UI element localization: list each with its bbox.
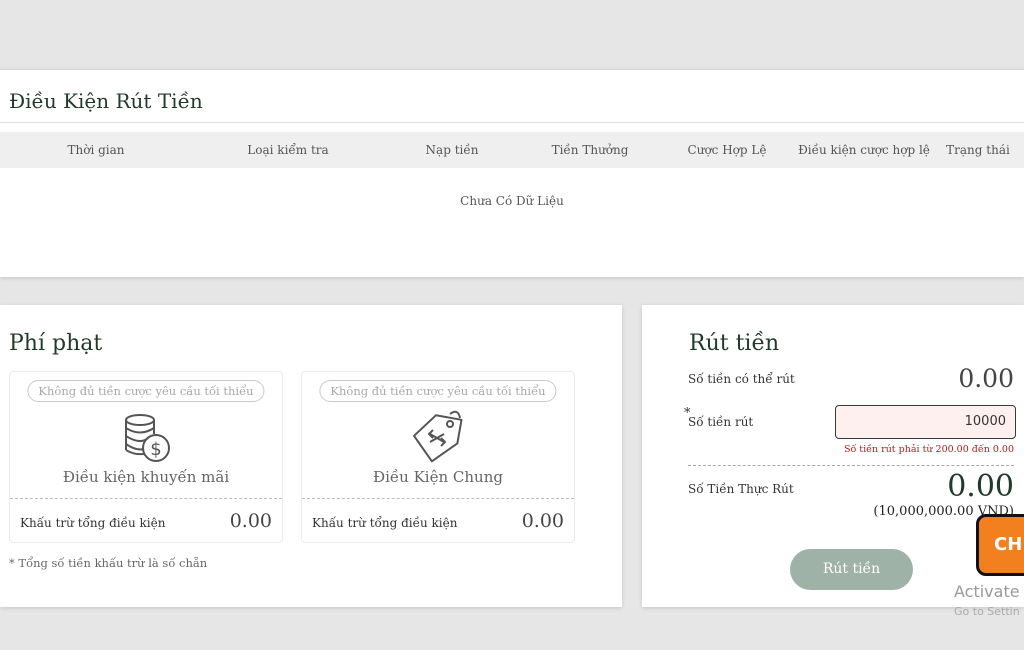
penalty-note: * Tổng số tiền khấu trừ là số chẵn <box>9 556 208 570</box>
price-tag-icon <box>413 410 463 463</box>
svg-text:$: $ <box>150 439 161 460</box>
withdraw-amount-label: Số tiền rút <box>688 415 754 429</box>
withdraw-button[interactable]: Rút tiền <box>790 549 913 590</box>
general-condition-card: Không đủ tiền cược yêu cầu tối thiểu Điề… <box>301 371 575 543</box>
column-header-valid-bet-condition: Điều kiện cược hợp lệ <box>798 143 930 157</box>
available-amount-label: Số tiền có thể rút <box>688 372 795 386</box>
available-amount-value: 0.00 <box>958 364 1014 393</box>
card-label: Điều kiện khuyến mãi <box>62 468 230 486</box>
deduction-label: Khấu trừ tổng điều kiện <box>20 516 166 530</box>
status-badge: Không đủ tiền cược yêu cầu tối thiểu <box>319 380 557 402</box>
divider <box>0 122 1024 123</box>
status-badge: Không đủ tiền cược yêu cầu tối thiểu <box>27 380 265 402</box>
empty-state-text: Chưa Có Dữ Liệu <box>460 194 564 208</box>
column-header-time: Thời gian <box>67 143 125 157</box>
deduction-label: Khấu trừ tổng điều kiện <box>312 516 458 530</box>
actual-amount-value: 0.00 <box>947 469 1014 504</box>
promotion-condition-card: Không đủ tiền cược yêu cầu tối thiểu $ Đ… <box>9 371 283 543</box>
column-header-check-type: Loại kiểm tra <box>247 143 329 157</box>
panel-title: Điều Kiện Rút Tiền <box>9 89 203 113</box>
chat-widget-button[interactable]: CH <box>976 514 1024 576</box>
withdraw-conditions-panel: Điều Kiện Rút Tiền Thời gian Loại kiểm t… <box>0 69 1024 277</box>
table-header: Thời gian Loại kiểm tra Nạp tiền Tiền Th… <box>0 132 1024 168</box>
deduction-value: 0.00 <box>229 510 272 532</box>
card-label: Điều Kiện Chung <box>373 468 503 486</box>
divider <box>688 465 1014 466</box>
divider <box>10 498 282 499</box>
divider <box>302 498 574 499</box>
panel-title: Rút tiền <box>689 331 780 356</box>
activate-windows-watermark: Activate <box>954 582 1020 601</box>
actual-amount-label: Số Tiền Thực Rút <box>688 482 794 496</box>
coins-dollar-icon: $ <box>125 414 170 462</box>
column-header-bonus: Tiền Thưởng <box>551 143 629 157</box>
column-header-deposit: Nạp tiền <box>425 143 479 157</box>
column-header-status: Trạng thái <box>946 143 1010 157</box>
withdraw-panel: Rút tiền Số tiền có thể rút 0.00 * Số ti… <box>642 305 1024 607</box>
penalty-panel: Phí phạt Không đủ tiền cược yêu cầu tối … <box>0 305 622 607</box>
column-header-valid-bet: Cược Hợp Lệ <box>687 143 767 157</box>
amount-error-text: Số tiền rút phải từ 200.00 đến 0.00 <box>843 444 1014 455</box>
activate-windows-hint: Go to Settin <box>954 605 1020 618</box>
withdraw-amount-input[interactable]: 10000 <box>835 405 1016 439</box>
panel-title: Phí phạt <box>9 331 103 356</box>
deduction-value: 0.00 <box>521 510 564 532</box>
